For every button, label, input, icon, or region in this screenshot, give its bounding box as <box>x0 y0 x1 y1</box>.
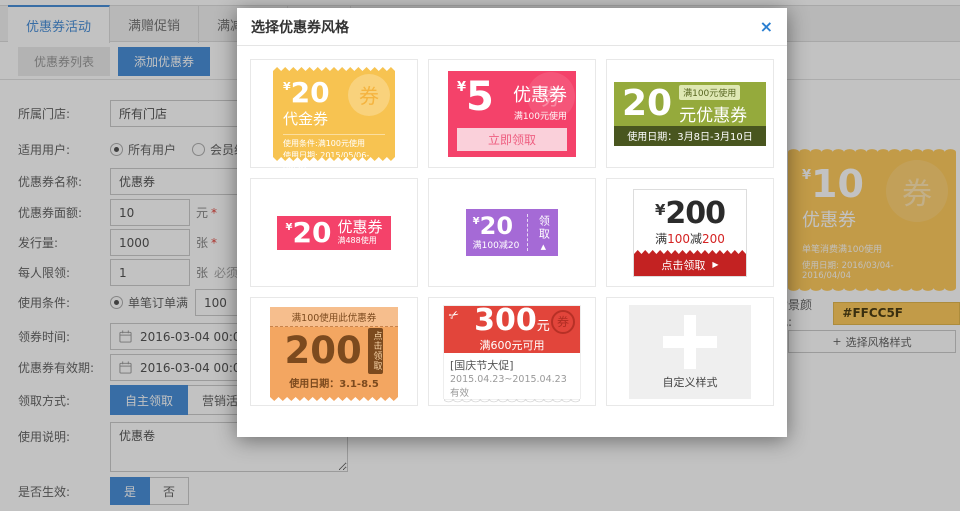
plus-icon <box>663 315 717 369</box>
coupon-amount: 200 <box>285 332 362 369</box>
coupon-pink: ¥ 5 优惠券 满100元使用 立即领取 券 <box>448 71 576 157</box>
zigzag-edge <box>273 67 395 71</box>
promo-tag: [国庆节大促] <box>450 357 574 373</box>
wave-edge <box>444 399 580 404</box>
custom-style-tile: 自定义样式 <box>629 305 751 399</box>
click-claim-button: 点击领取 ▶ <box>634 254 746 276</box>
style-grid: ¥20 代金券 使用条件:满100元使用 使用日期: 2015/05/06-08… <box>237 46 787 419</box>
click-claim-button: 点击领取 <box>368 328 384 374</box>
coupon-red-white: ✂ 券 300元 满600元可用 [国庆节大促] 2015.04.23~2015… <box>443 305 581 399</box>
style-card-custom[interactable]: 自定义样式 <box>606 297 774 406</box>
coupon-amount: 20 <box>622 86 672 122</box>
scissors-icon: ✂ <box>446 306 462 323</box>
coupon-watermark: 券 <box>527 72 575 120</box>
modal-title: 选择优惠券风格 <box>251 17 349 37</box>
style-card-purple-banner[interactable]: ¥20 满100减20 领取 ▲ <box>428 178 596 287</box>
coupon-condition: 使用条件:满100元使用 <box>283 138 385 150</box>
style-card-pink-banner[interactable]: ¥20 优惠券 满488使用 <box>250 178 418 287</box>
dashed-divider <box>527 214 528 251</box>
zigzag-edge <box>273 157 395 161</box>
coupon-currency: ¥ <box>457 80 466 95</box>
coupon-condition-badge: 满100元使用 <box>679 85 740 100</box>
zigzag-edge <box>634 250 746 254</box>
coupon-date: 使用日期: 2015/05/06-08/30 <box>283 150 385 175</box>
coupon-green: 20 满100元使用 元优惠券 使用日期：3月8日-3月10日 <box>614 82 766 146</box>
coupon-watermark: 券 <box>551 310 575 334</box>
coupon-condition: 满488使用 <box>337 235 382 246</box>
claim-now-button: 立即领取 <box>457 128 567 151</box>
style-card-red-300[interactable]: ✂ 券 300元 满600元可用 [国庆节大促] 2015.04.23~2015… <box>428 297 596 406</box>
coupon-title: 元优惠券 <box>679 101 747 126</box>
arrow-up-icon: ▲ <box>541 243 546 251</box>
coupon-amount: 5 <box>466 78 494 116</box>
style-card-orange-200[interactable]: 满100使用此优惠券 200 点击领取 使用日期：3.1-8.5 <box>250 297 418 406</box>
style-card-yellow-voucher[interactable]: ¥20 代金券 使用条件:满100元使用 使用日期: 2015/05/06-08… <box>250 59 418 168</box>
custom-style-label: 自定义样式 <box>629 374 751 390</box>
style-card-pink-5[interactable]: ¥ 5 优惠券 满100元使用 立即领取 券 <box>428 59 596 168</box>
coupon-condition: 满100减200 <box>655 230 725 247</box>
coupon-style-modal: 选择优惠券风格 × ¥20 代金券 使用条件:满100元使用 使用日期: 201… <box>237 8 787 437</box>
style-card-white-200[interactable]: ¥200 满100减200 点击领取 ▶ <box>606 178 774 287</box>
coupon-yellow: ¥20 代金券 使用条件:满100元使用 使用日期: 2015/05/06-08… <box>273 71 395 157</box>
coupon-amount: ¥20 <box>286 219 332 247</box>
coupon-white-red: ¥200 满100减200 点击领取 ▶ <box>633 189 747 277</box>
coupon-title: 优惠券 <box>337 219 382 236</box>
coupon-condition: 满100减20 <box>473 238 520 251</box>
coupon-amount: ¥200 <box>655 199 725 229</box>
style-card-green-20[interactable]: 20 满100元使用 元优惠券 使用日期：3月8日-3月10日 <box>606 59 774 168</box>
coupon-watermark: 券 <box>348 74 390 116</box>
coupon-amount: 300元 <box>474 306 550 336</box>
coupon-meta: 使用条件:满100元使用 使用日期: 2015/05/06-08/30 <box>283 134 385 175</box>
claim-label: 领取 <box>535 215 551 241</box>
arrow-right-icon: ▶ <box>712 260 718 269</box>
coupon-amount: ¥20 <box>473 214 520 238</box>
coupon-date: 使用日期：3.1-8.5 <box>270 375 398 390</box>
coupon-valid-range: 2015.04.23~2015.04.23有效 <box>450 374 574 399</box>
coupon-date: 使用日期：3月8日-3月10日 <box>614 126 766 146</box>
coupon-pink-banner: ¥20 优惠券 满488使用 <box>277 216 392 250</box>
modal-header: 选择优惠券风格 × <box>237 8 787 46</box>
coupon-purple-banner: ¥20 满100减20 领取 ▲ <box>466 209 559 256</box>
coupon-orange: 满100使用此优惠券 200 点击领取 使用日期：3.1-8.5 <box>270 307 398 397</box>
zigzag-edge <box>270 397 398 401</box>
close-icon[interactable]: × <box>760 19 773 35</box>
coupon-condition: 满600元可用 <box>480 337 545 353</box>
coupon-condition: 满100使用此优惠券 <box>270 307 398 327</box>
